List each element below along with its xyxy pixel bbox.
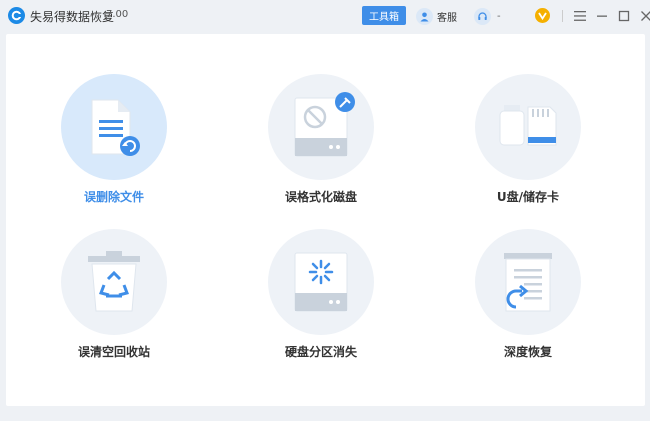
headset-icon	[474, 7, 491, 25]
app-logo-icon	[8, 7, 25, 24]
tile-label: 误清空回收站	[77, 345, 150, 359]
deleted-file-icon	[91, 99, 140, 156]
app-version: 7.00	[106, 9, 129, 20]
service-label: 客服	[437, 12, 457, 24]
tile-label: 深度恢复	[503, 345, 552, 359]
tile-formatted-disk[interactable]: 误格式化磁盘	[256, 74, 386, 224]
tile-deep-recovery[interactable]: 深度恢复	[463, 229, 593, 379]
deep-recovery-icon	[504, 253, 552, 312]
app-title: 失易得数据恢复	[30, 10, 115, 24]
tile-bubble	[61, 74, 167, 180]
account-text: -	[497, 10, 501, 22]
account-button[interactable]: -	[474, 7, 501, 25]
tile-deleted-file[interactable]: 误删除文件	[49, 74, 179, 224]
tile-lost-partition[interactable]: 硬盘分区消失	[256, 229, 386, 379]
tile-bubble	[475, 74, 581, 180]
tile-label: 硬盘分区消失	[284, 345, 357, 359]
usb-sdcard-icon	[499, 105, 557, 146]
tile-bubble	[475, 229, 581, 335]
user-service-icon	[416, 7, 433, 25]
tile-label: U盘/储存卡	[496, 190, 560, 204]
toolbox-button[interactable]: 工具箱	[362, 6, 406, 25]
tile-label: 误删除文件	[83, 190, 144, 204]
divider	[562, 10, 563, 22]
formatted-disk-icon	[294, 92, 355, 157]
minimize-icon[interactable]	[595, 9, 609, 23]
tile-bubble	[61, 229, 167, 335]
tile-label: 误格式化磁盘	[284, 190, 357, 204]
tile-usb-sdcard[interactable]: U盘/储存卡	[463, 74, 593, 224]
window-controls	[562, 6, 650, 26]
tile-bubble	[268, 74, 374, 180]
customer-service-button[interactable]: 客服	[416, 7, 457, 25]
close-icon[interactable]	[639, 9, 650, 23]
recycle-bin-icon	[88, 251, 140, 312]
main-panel: 误删除文件 误格式化磁盘 U盘/储存卡 误清空回收站 硬盘分区消失 深度恢复	[6, 34, 645, 406]
tile-bubble	[268, 229, 374, 335]
lost-partition-icon	[294, 252, 348, 312]
tile-recycle-bin[interactable]: 误清空回收站	[49, 229, 179, 379]
title-bar: 失易得数据恢复 7.00 工具箱 客服 -	[0, 0, 650, 32]
menu-icon[interactable]	[573, 9, 587, 23]
vip-badge-icon[interactable]	[535, 8, 550, 23]
maximize-icon[interactable]	[617, 9, 631, 23]
